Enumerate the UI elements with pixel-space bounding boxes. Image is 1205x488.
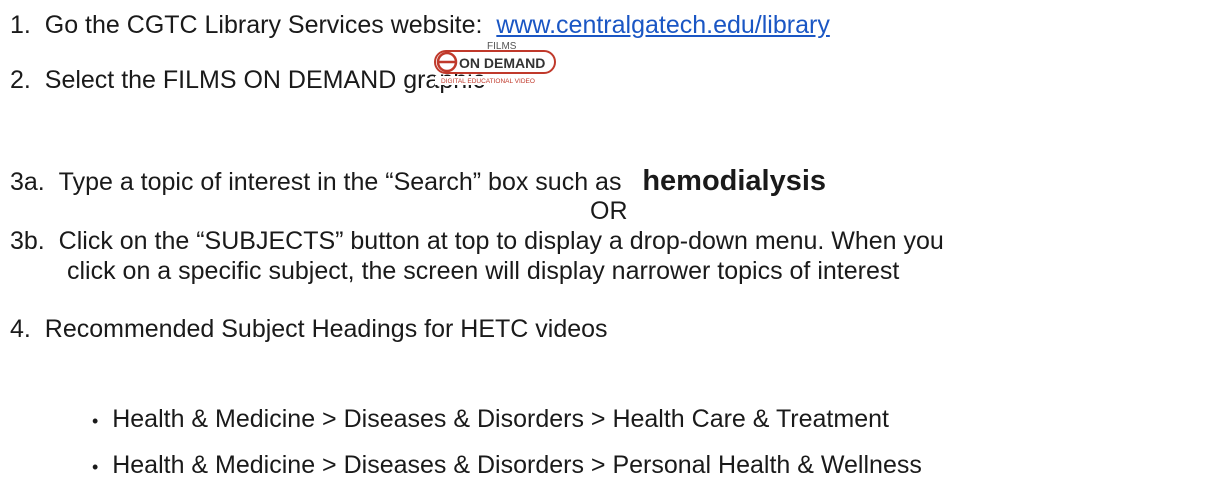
step-2-number: 2. bbox=[10, 66, 31, 94]
subject-heading-text: Health & Medicine > Diseases & Disorders… bbox=[112, 405, 889, 433]
bullet-icon: • bbox=[92, 457, 99, 477]
subject-heading-item: • Health & Medicine > Diseases & Disorde… bbox=[92, 450, 922, 482]
step-3b: 3b. Click on the “SUBJECTS” button at to… bbox=[10, 226, 944, 256]
step-2-text: Select the FILMS ON DEMAND graphic bbox=[44, 66, 486, 94]
step-4: 4. Recommended Subject Headings for HETC… bbox=[10, 314, 608, 344]
step-3a-number: 3a. bbox=[10, 168, 45, 196]
search-keyword: hemodialysis bbox=[642, 165, 827, 197]
step-2: 2. Select the FILMS ON DEMAND graphic bbox=[10, 65, 485, 95]
step-3a: 3a. Type a topic of interest in the “Sea… bbox=[10, 166, 826, 197]
step-3b-line-1: Click on the “SUBJECTS” button at top to… bbox=[58, 227, 944, 255]
logo-main-text: ON DEMAND bbox=[459, 55, 545, 71]
step-3b-number: 3b. bbox=[10, 227, 45, 255]
or-separator: OR bbox=[590, 197, 628, 225]
step-1: 1. Go the CGTC Library Services website:… bbox=[10, 10, 830, 40]
films-on-demand-logo[interactable]: FILMS ON DEMAND DIGITAL EDUCATIONAL VIDE… bbox=[433, 40, 557, 86]
step-1-text: Go the CGTC Library Services website: bbox=[44, 11, 483, 39]
library-website-link[interactable]: www.centralgatech.edu/library bbox=[496, 11, 830, 39]
subject-heading-text: Health & Medicine > Diseases & Disorders… bbox=[112, 451, 922, 479]
logo-sub-text: DIGITAL EDUCATIONAL VIDEO bbox=[441, 78, 535, 85]
step-1-number: 1. bbox=[10, 11, 31, 39]
step-3b-continuation: click on a specific subject, the screen … bbox=[67, 257, 900, 285]
bullet-icon: • bbox=[92, 411, 99, 431]
step-3a-text: Type a topic of interest in the “Search”… bbox=[58, 168, 622, 196]
step-4-text: Recommended Subject Headings for HETC vi… bbox=[44, 315, 608, 343]
subject-heading-item: • Health & Medicine > Diseases & Disorde… bbox=[92, 404, 889, 436]
step-4-number: 4. bbox=[10, 315, 31, 343]
